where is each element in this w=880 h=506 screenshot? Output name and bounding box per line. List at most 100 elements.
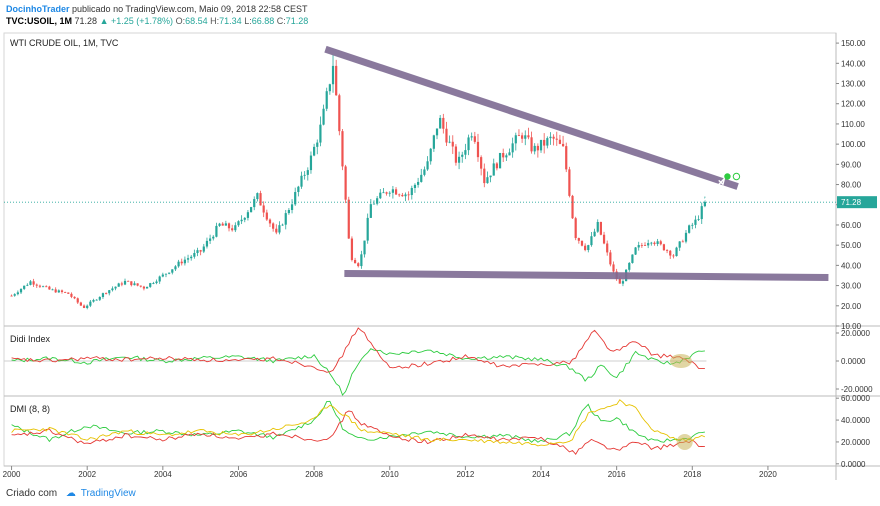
candle-body <box>643 245 647 246</box>
didi-series-line <box>11 348 705 396</box>
candle-body <box>82 305 86 308</box>
candle-body <box>92 299 95 302</box>
candle-body <box>227 223 231 229</box>
candle-body <box>675 247 678 257</box>
candle-body <box>650 242 653 244</box>
candle-body <box>360 254 363 267</box>
candle-body <box>202 246 205 252</box>
candle-body <box>609 252 612 265</box>
candle-body <box>127 280 130 282</box>
tradingview-logo-icon[interactable]: ☁ <box>66 488 76 499</box>
chart-canvas[interactable]: 2000 2002 2004 2006 2008 2010 2012 2014 2016 2018… <box>0 0 880 506</box>
x-tick-label: 2012 <box>456 470 474 479</box>
candle-body <box>344 166 347 200</box>
candle-body <box>599 221 602 235</box>
candle-body <box>492 163 495 176</box>
candle-body <box>590 236 593 246</box>
candle-body <box>67 292 70 294</box>
candle-body <box>659 241 662 245</box>
candle-body <box>584 245 587 251</box>
candle-body <box>199 250 202 252</box>
price-axis-tick-label: 120.00 <box>841 100 866 109</box>
candle-body <box>347 199 350 239</box>
candle-body <box>180 261 183 264</box>
candle-body <box>505 155 508 158</box>
candle-body <box>101 293 105 297</box>
candle-body <box>237 221 240 226</box>
candle-body <box>618 278 621 284</box>
candle-body <box>60 290 64 292</box>
candle-body <box>565 146 568 170</box>
last-price-badge-text: 71.28 <box>841 198 862 207</box>
candle-body <box>259 193 262 206</box>
candle-body <box>543 139 546 146</box>
candle-body <box>322 108 325 125</box>
candle-body <box>209 238 212 241</box>
candle-body <box>240 219 243 222</box>
candle-body <box>190 256 193 259</box>
candle-body <box>313 146 316 156</box>
candle-body <box>231 228 234 231</box>
candle-body <box>174 266 177 270</box>
candle-body <box>495 163 498 169</box>
candle-body <box>215 225 218 237</box>
x-tick-label: 2014 <box>532 470 550 479</box>
candle-body <box>533 145 536 152</box>
trendline <box>324 45 739 190</box>
candle-body <box>142 286 146 289</box>
candle-body <box>385 192 388 194</box>
candle-body <box>243 217 246 220</box>
candle-body <box>480 157 483 169</box>
dmi-axis-tick-label: 0.0000 <box>841 460 866 469</box>
candle-body <box>281 224 284 226</box>
dmi-axis-tick-label: 40.0000 <box>841 416 870 425</box>
candle-body <box>325 91 328 109</box>
candle-body <box>234 225 237 231</box>
x-tick-label: 2006 <box>230 470 248 479</box>
candle-body <box>401 194 404 197</box>
plot-frame <box>3 32 837 467</box>
candle-body <box>309 155 313 171</box>
tradingview-brand[interactable]: TradingView <box>81 488 136 499</box>
candle-body <box>606 243 609 253</box>
candle-body <box>508 152 511 156</box>
candle-body <box>13 294 16 296</box>
candle-body <box>451 141 454 147</box>
candle-body <box>577 238 580 241</box>
candle-body <box>168 272 171 274</box>
candle-body <box>350 238 354 260</box>
candle-body <box>41 286 45 288</box>
candle-body <box>662 244 666 251</box>
candle-body <box>10 295 13 297</box>
candle-body <box>552 136 555 139</box>
candle-body <box>678 241 681 248</box>
candle-body <box>272 223 275 229</box>
candle-body <box>628 262 631 270</box>
candle-body <box>410 187 413 196</box>
candle-body <box>73 296 76 299</box>
candle-body <box>580 240 584 246</box>
candle-body <box>86 305 89 308</box>
candle-body <box>319 124 322 143</box>
candle-body <box>536 145 539 151</box>
candle-body <box>413 184 417 188</box>
candle-body <box>287 209 290 214</box>
candle-body <box>136 283 139 286</box>
candle-body <box>152 283 155 284</box>
x-tick-label: 2000 <box>3 470 21 479</box>
candle-body <box>105 293 108 294</box>
candle-body <box>634 247 637 255</box>
candle-body <box>669 250 672 256</box>
trendline <box>344 269 829 282</box>
candle-body <box>164 273 168 275</box>
candle-body <box>417 181 420 185</box>
candle-body <box>196 250 199 254</box>
candle-body <box>57 290 60 293</box>
candle-body <box>700 206 703 220</box>
candle-body <box>353 259 357 264</box>
didi-series-line <box>11 327 705 373</box>
candle-body <box>527 135 530 138</box>
candle-body <box>571 195 574 219</box>
x-tick-label: 2002 <box>78 470 96 479</box>
candle-body <box>29 281 32 285</box>
